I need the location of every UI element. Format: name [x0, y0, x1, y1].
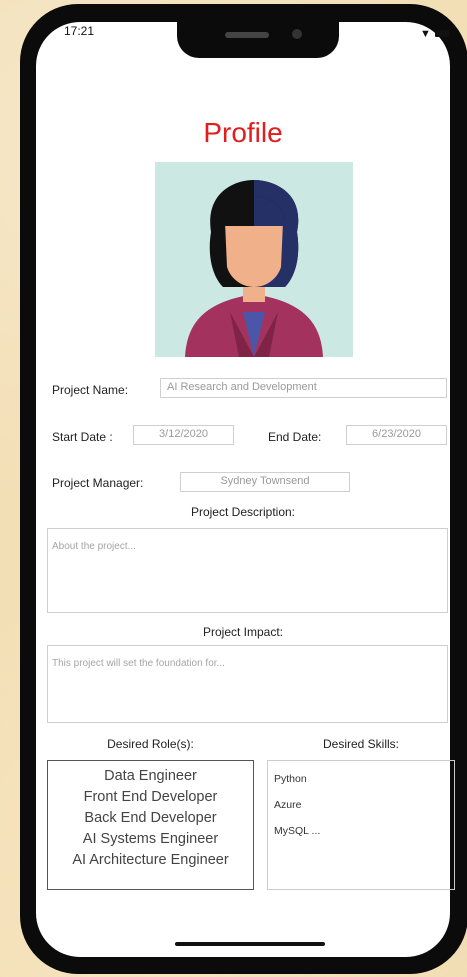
role-item[interactable]: AI Systems Engineer: [48, 829, 253, 850]
skill-item: Azure: [274, 799, 302, 811]
skills-list[interactable]: Python Azure MySQL ...: [267, 760, 455, 890]
home-indicator[interactable]: [175, 942, 325, 946]
end-date-label: End Date:: [268, 430, 322, 444]
role-item[interactable]: AI Architecture Engineer: [48, 850, 253, 871]
project-description-label: Project Description:: [190, 505, 296, 519]
skill-item: MySQL ...: [274, 825, 321, 837]
speaker: [225, 32, 269, 38]
desired-skills-label: Desired Skills:: [322, 737, 400, 751]
project-manager-field[interactable]: Sydney Townsend: [180, 472, 350, 492]
roles-list[interactable]: Data Engineer Front End Developer Back E…: [47, 760, 254, 890]
role-item[interactable]: Front End Developer: [48, 787, 253, 808]
project-name-label: Project Name:: [52, 383, 129, 397]
start-date-field[interactable]: 3/12/2020: [133, 425, 234, 445]
project-impact-label: Project Impact:: [202, 625, 284, 639]
role-item[interactable]: Data Engineer: [48, 766, 253, 787]
project-manager-label: Project Manager:: [52, 476, 144, 490]
wifi-icon: ▼: [420, 27, 431, 40]
end-date-field[interactable]: 6/23/2020: [346, 425, 447, 445]
role-item[interactable]: Back End Developer: [48, 808, 253, 829]
notch: [177, 22, 339, 58]
status-icons: ▼: [420, 26, 449, 40]
skill-item: Python: [274, 773, 307, 785]
avatar-illustration: [155, 162, 353, 357]
desired-roles-label: Desired Role(s):: [107, 737, 194, 751]
project-name-field[interactable]: AI Research and Development: [160, 378, 447, 398]
page-title: Profile: [203, 117, 283, 148]
avatar: [155, 162, 353, 357]
status-time: 17:21: [64, 24, 95, 38]
camera: [292, 29, 302, 39]
project-impact-field[interactable]: This project will set the foundation for…: [47, 645, 448, 723]
start-date-label: Start Date :: [52, 430, 113, 444]
project-description-field[interactable]: About the project...: [47, 528, 448, 613]
battery-icon: [434, 30, 449, 38]
